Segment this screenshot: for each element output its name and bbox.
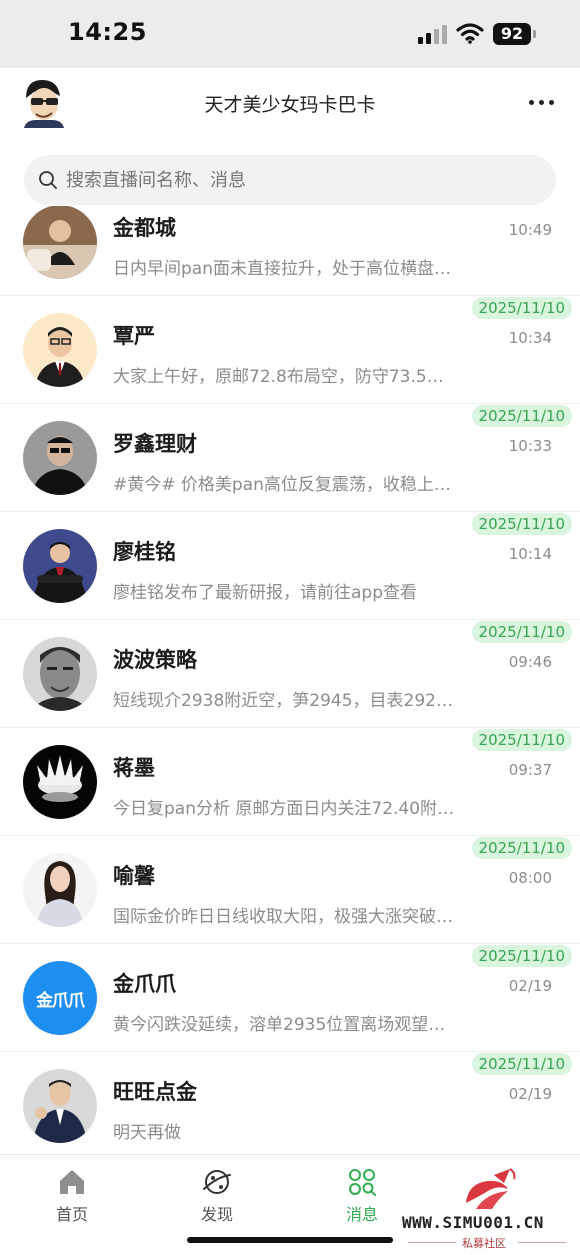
chat-item-luoxin[interactable]: 罗鑫理财 #黄今# 价格美pan高位反复震荡，收稳上方… 2025/11/10 …	[0, 404, 580, 512]
search-bar[interactable]	[24, 155, 556, 205]
watermark-line-left	[408, 1242, 456, 1243]
chat-avatar	[23, 637, 97, 711]
date-badge: 2025/11/10	[471, 837, 572, 859]
chat-avatar	[23, 745, 97, 819]
chat-name: 旺旺点金	[113, 1080, 197, 1104]
user-avatar[interactable]	[16, 76, 68, 128]
battery-indicator: 92	[493, 23, 531, 45]
chat-avatar	[23, 853, 97, 927]
chat-time: 09:37	[508, 761, 552, 779]
chat-item-jiangmo[interactable]: 蒋墨 今日复pan分析 原邮方面日内关注72.40附近… 2025/11/10 …	[0, 728, 580, 836]
chat-time: 10:33	[508, 437, 552, 455]
chat-header: 天才美少女玛卡巴卡	[0, 68, 580, 144]
chat-avatar	[23, 206, 97, 279]
chat-name: 波波策略	[113, 648, 197, 672]
chat-preview: 国际金价昨日日线收取大阳，极强大涨突破…	[113, 907, 453, 927]
nav-home[interactable]: 首页	[32, 1167, 112, 1227]
date-badge: 2025/11/10	[471, 621, 572, 643]
avatar-text: 金爪爪	[36, 990, 85, 1011]
date-badge: 2025/11/10	[471, 1053, 572, 1075]
watermark-text: WWW.SIMU001.CN	[402, 1213, 544, 1232]
search-icon	[39, 171, 57, 189]
chat-name: 金都城	[113, 216, 176, 240]
nav-label: 首页	[55, 1205, 88, 1224]
chat-name: 廖桂铭	[113, 540, 176, 564]
cellular-signal-icon	[418, 25, 447, 44]
chat-preview: #黄今# 价格美pan高位反复震荡，收稳上方…	[113, 475, 463, 495]
battery-tip	[533, 30, 536, 38]
page-title: 天才美少女玛卡巴卡	[204, 94, 376, 116]
chat-list: 金都城 日内早间pan面未直接拉升，处于高位横盘… 10:49 覃严 大家上午好…	[0, 206, 580, 1154]
chat-item-jinzhuazhua[interactable]: 金爪爪 金爪爪 黄今闪跌没延续，溶单2935位置离场观望… 2025/11/10…	[0, 944, 580, 1052]
home-icon	[60, 1170, 84, 1194]
watermark-line-right	[518, 1242, 566, 1243]
wifi-icon	[456, 23, 484, 44]
watermark-subtext: 私募社区	[462, 1237, 506, 1250]
date-badge: 2025/11/10	[471, 513, 572, 535]
chat-preview: 今日复pan分析 原邮方面日内关注72.40附近…	[113, 799, 463, 819]
date-badge: 2025/11/10	[471, 297, 572, 319]
date-badge: 2025/11/10	[471, 729, 572, 751]
chat-avatar	[23, 529, 97, 603]
chat-item-yuxin[interactable]: 喻馨 国际金价昨日日线收取大阳，极强大涨突破… 2025/11/10 08:00	[0, 836, 580, 944]
chat-avatar	[23, 313, 97, 387]
chat-item-tanyan[interactable]: 覃严 大家上午好，原邮72.8布局空，防守73.5… 2025/11/10 10…	[0, 296, 580, 404]
nav-label: 消息	[345, 1205, 378, 1224]
watermark-logo-icon	[466, 1168, 516, 1209]
chat-preview: 廖桂铭发布了最新研报，请前往app查看	[113, 583, 417, 603]
date-badge: 2025/11/10	[471, 405, 572, 427]
chat-item-jinducheng[interactable]: 金都城 日内早间pan面未直接拉升，处于高位横盘… 10:49	[0, 206, 580, 296]
chat-name: 喻馨	[113, 864, 155, 888]
chat-preview: 日内早间pan面未直接拉升，处于高位横盘…	[113, 259, 451, 279]
chat-item-bobo[interactable]: 波波策略 短线现介2938附近空，笋2945，目表2920… 2025/11/1…	[0, 620, 580, 728]
chat-preview: 短线现介2938附近空，笋2945，目表2920…	[113, 691, 463, 711]
nav-messages[interactable]: 消息	[322, 1167, 402, 1227]
watermark: WWW.SIMU001.CN 私募社区	[400, 1163, 580, 1255]
chat-avatar	[23, 421, 97, 495]
discover-planet-icon	[203, 1170, 231, 1194]
chat-time: 10:34	[508, 329, 552, 347]
chat-preview: 黄今闪跌没延续，溶单2935位置离场观望…	[113, 1015, 446, 1035]
chat-item-wangwang[interactable]: 旺旺点金 明天再做 2025/11/10 02/19	[0, 1052, 580, 1154]
chat-name: 覃严	[113, 324, 155, 348]
chat-preview: 明天再做	[113, 1123, 181, 1143]
chat-name: 罗鑫理财	[113, 432, 197, 456]
status-time: 14:25	[68, 18, 147, 46]
chat-name: 金爪爪	[113, 972, 176, 996]
date-badge: 2025/11/10	[471, 945, 572, 967]
chat-time: 08:00	[508, 869, 552, 887]
status-bar: 14:25 92	[0, 0, 580, 68]
home-indicator	[187, 1237, 393, 1243]
chat-time: 09:46	[508, 653, 552, 671]
chat-item-liaoguiming[interactable]: 廖桂铭 廖桂铭发布了最新研报，请前往app查看 2025/11/10 10:14	[0, 512, 580, 620]
chat-avatar: 金爪爪	[23, 961, 97, 1035]
nav-label: 发现	[200, 1205, 233, 1224]
chat-preview: 大家上午好，原邮72.8布局空，防守73.5…	[113, 367, 444, 387]
chat-name: 蒋墨	[113, 756, 155, 780]
search-input[interactable]	[66, 155, 536, 205]
chat-time: 02/19	[508, 1085, 552, 1103]
chat-time: 02/19	[508, 977, 552, 995]
nav-discover[interactable]: 发现	[177, 1167, 257, 1227]
more-button[interactable]	[526, 88, 558, 116]
chat-time: 10:49	[508, 221, 552, 239]
chat-time: 10:14	[508, 545, 552, 563]
chat-avatar	[23, 1069, 97, 1143]
messages-icon	[349, 1169, 376, 1196]
